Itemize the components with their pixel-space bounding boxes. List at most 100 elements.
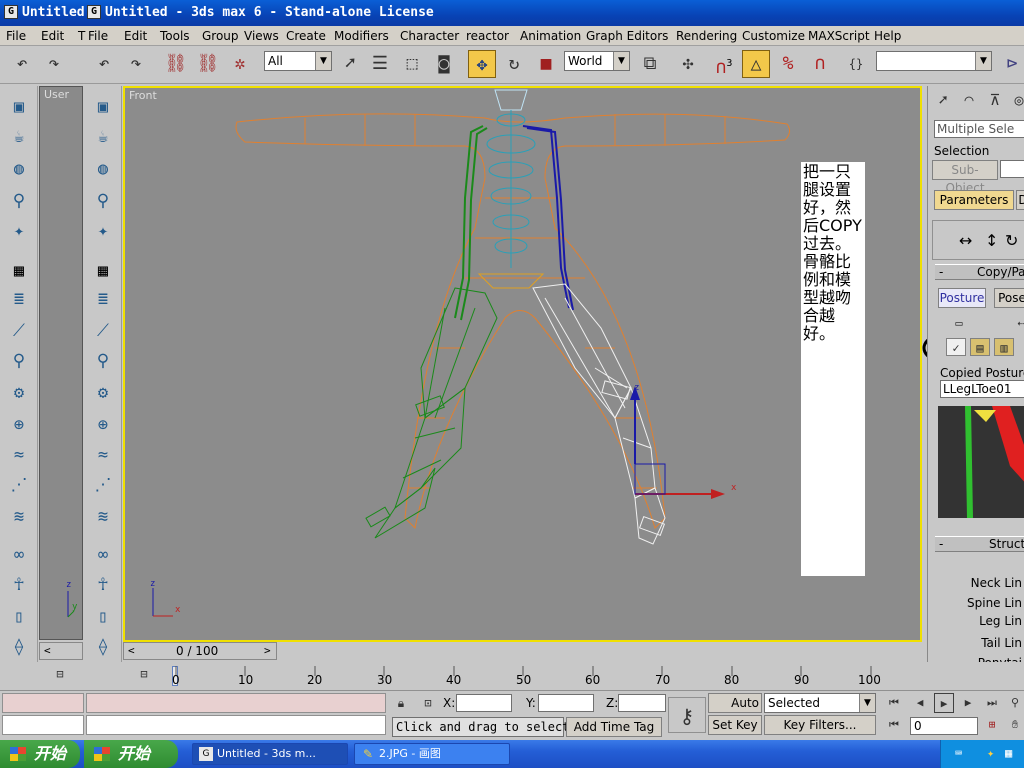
motion-tab-icon[interactable]: ◎ [1009, 86, 1024, 114]
spacewarp-icon[interactable]: ≈ [5, 442, 33, 468]
paste-options-icon[interactable]: ⇠ [1012, 314, 1024, 332]
absolute-mode-icon[interactable]: ⊡ [418, 693, 438, 713]
edit-named-selections-icon[interactable]: {} [842, 50, 870, 78]
vertical-move-icon[interactable]: ↕ [985, 231, 998, 250]
menu-behind-t[interactable]: T [78, 29, 85, 43]
hierarchy-tab-icon[interactable]: ⊼ [983, 86, 1007, 114]
menu-behind-file[interactable]: File [6, 29, 26, 43]
unlink-icon[interactable]: ⛓ [194, 50, 222, 78]
x-coord-field[interactable] [456, 694, 512, 712]
helper-icon[interactable]: ⊕ [89, 412, 117, 438]
auto-key-button[interactable]: Auto Key [708, 693, 762, 713]
particles-icon[interactable]: ⋰ [89, 472, 117, 498]
redo-icon[interactable]: ↷ [40, 50, 68, 78]
wave-icon[interactable]: ≋ [89, 504, 117, 530]
light-icon[interactable]: ⚲ [89, 188, 117, 214]
tube-icon[interactable]: ⟋ [5, 318, 33, 344]
menu-group[interactable]: Group [202, 29, 239, 43]
key-filters-button[interactable]: Key Filters... [764, 715, 876, 735]
play-icon[interactable]: ▶︎ [934, 693, 954, 713]
curve-editor-icon-behind[interactable]: ⊟ [46, 662, 74, 686]
time-config-icon[interactable]: ⊞ [982, 715, 1002, 735]
menu-customize[interactable]: Customize [742, 29, 805, 43]
curve-editor-icon[interactable]: ⊟ [130, 662, 158, 686]
menu-views[interactable]: Views [244, 29, 279, 43]
structure-rollout[interactable]: - Struct [935, 536, 1024, 552]
selection-filter-dropdown[interactable]: All ▼ [264, 51, 332, 71]
redo-icon-2[interactable]: ↷ [122, 50, 150, 78]
wave-icon[interactable]: ≋ [5, 504, 33, 530]
boxes-icon[interactable]: ▣ [89, 94, 117, 120]
add-time-tag-button[interactable]: Add Time Tag [566, 717, 662, 737]
menu-edit[interactable]: Edit [124, 29, 147, 43]
modify-tab-icon[interactable]: ◠ [957, 86, 981, 114]
menu-rendering[interactable]: Rendering [676, 29, 737, 43]
menu-help[interactable]: Help [874, 29, 901, 43]
viewport-user-behind[interactable]: User z y [39, 86, 83, 640]
set-key-button[interactable]: Set Key [708, 715, 762, 735]
select-and-move-icon[interactable]: ✥ [468, 50, 496, 78]
maxscript-listener[interactable] [86, 693, 386, 713]
teapot-icon[interactable]: ☕ [89, 124, 117, 150]
spacewarp-icon[interactable]: ≈ [89, 442, 117, 468]
snap-toggle-icon[interactable]: ∩3 [710, 50, 738, 78]
network-icon[interactable]: ▦ [1005, 746, 1012, 760]
door-icon[interactable]: ▯ [89, 604, 117, 630]
menu-reactor[interactable]: reactor [466, 29, 509, 43]
next-frame-icon[interactable]: ▶︎ [958, 693, 978, 713]
checker-icon[interactable]: ▦ [89, 258, 117, 284]
menu-file[interactable]: File [88, 29, 108, 43]
copy-posture-icon[interactable]: ✓ [946, 338, 966, 356]
go-to-start-icon[interactable]: ⏮ [884, 693, 904, 713]
biped-icon[interactable]: ☥ [5, 572, 33, 598]
key-icon[interactable]: ⚷ [668, 697, 706, 733]
go-to-end-icon[interactable]: ⏭ [982, 693, 1002, 713]
start-button[interactable]: 开始 [84, 740, 178, 768]
sphere-icon[interactable]: ◍ [5, 156, 33, 182]
object-name-field[interactable]: Multiple Sele [934, 120, 1024, 138]
pan-icon[interactable]: ✋︎ [1006, 715, 1024, 735]
keyboard-icon[interactable]: ⌨ [955, 746, 962, 760]
tray-app-icon[interactable]: ✦ [987, 746, 994, 760]
task-3dsmax[interactable]: G Untitled - 3ds m... [192, 743, 348, 765]
magnifier-icon[interactable]: ⚲ [89, 348, 117, 374]
auto-key-filter-dropdown[interactable]: Selected ▼ [764, 693, 876, 713]
menu-maxscript[interactable]: MAXScript [808, 29, 870, 43]
gear-icon[interactable]: ⚙ [89, 380, 117, 406]
key-mode-icon[interactable]: ⏮ [884, 715, 904, 735]
pose-button[interactable]: Pose [994, 288, 1024, 308]
y-coord-field[interactable] [538, 694, 594, 712]
sub-object-field[interactable] [1000, 160, 1024, 178]
percent-snap-icon[interactable]: % [774, 50, 802, 78]
knot-icon[interactable]: ∞ [5, 542, 33, 568]
menu-animation[interactable]: Animation [520, 29, 581, 43]
window-crossing-icon[interactable]: ◙ [430, 50, 458, 78]
previous-frame-icon[interactable]: ◀︎ [910, 693, 930, 713]
z-coord-field[interactable] [618, 694, 666, 712]
star-icon[interactable]: ✦ [5, 218, 33, 244]
sphere-icon[interactable]: ◍ [89, 156, 117, 182]
menu-behind-edit[interactable]: Edit [41, 29, 64, 43]
stack-icon[interactable]: ≣ [5, 286, 33, 312]
checker-icon[interactable]: ▦ [5, 258, 33, 284]
posture-button[interactable]: Posture [938, 288, 986, 308]
horizontal-move-icon[interactable]: ↔ [959, 231, 972, 250]
menu-graph-editors[interactable]: Graph Editors [586, 29, 668, 43]
menu-tools[interactable]: Tools [160, 29, 190, 43]
rect-selection-icon[interactable]: ⬚ [398, 50, 426, 78]
parameters-tab[interactable]: Parameters [934, 190, 1014, 210]
spinner-snap-icon[interactable]: ∩ [806, 50, 834, 78]
key-info-tab[interactable]: D [1016, 190, 1024, 210]
angle-snap-icon[interactable]: △ [742, 50, 770, 78]
select-and-link-icon[interactable]: ⛓ [162, 50, 190, 78]
undo-icon[interactable]: ↶ [8, 50, 36, 78]
reference-coord-dropdown[interactable]: World ▼ [564, 51, 630, 71]
bones-icon[interactable]: ⟠ [5, 634, 33, 660]
gear-icon[interactable]: ⚙ [5, 380, 33, 406]
tube-icon[interactable]: ⟋ [89, 318, 117, 344]
time-slider-behind[interactable]: < [39, 642, 83, 660]
door-icon[interactable]: ▯ [5, 604, 33, 630]
select-object-icon[interactable]: ➚ [336, 50, 364, 78]
teapot-icon[interactable]: ☕ [5, 124, 33, 150]
copied-posture-field[interactable]: LLegLToe01 [940, 380, 1024, 398]
